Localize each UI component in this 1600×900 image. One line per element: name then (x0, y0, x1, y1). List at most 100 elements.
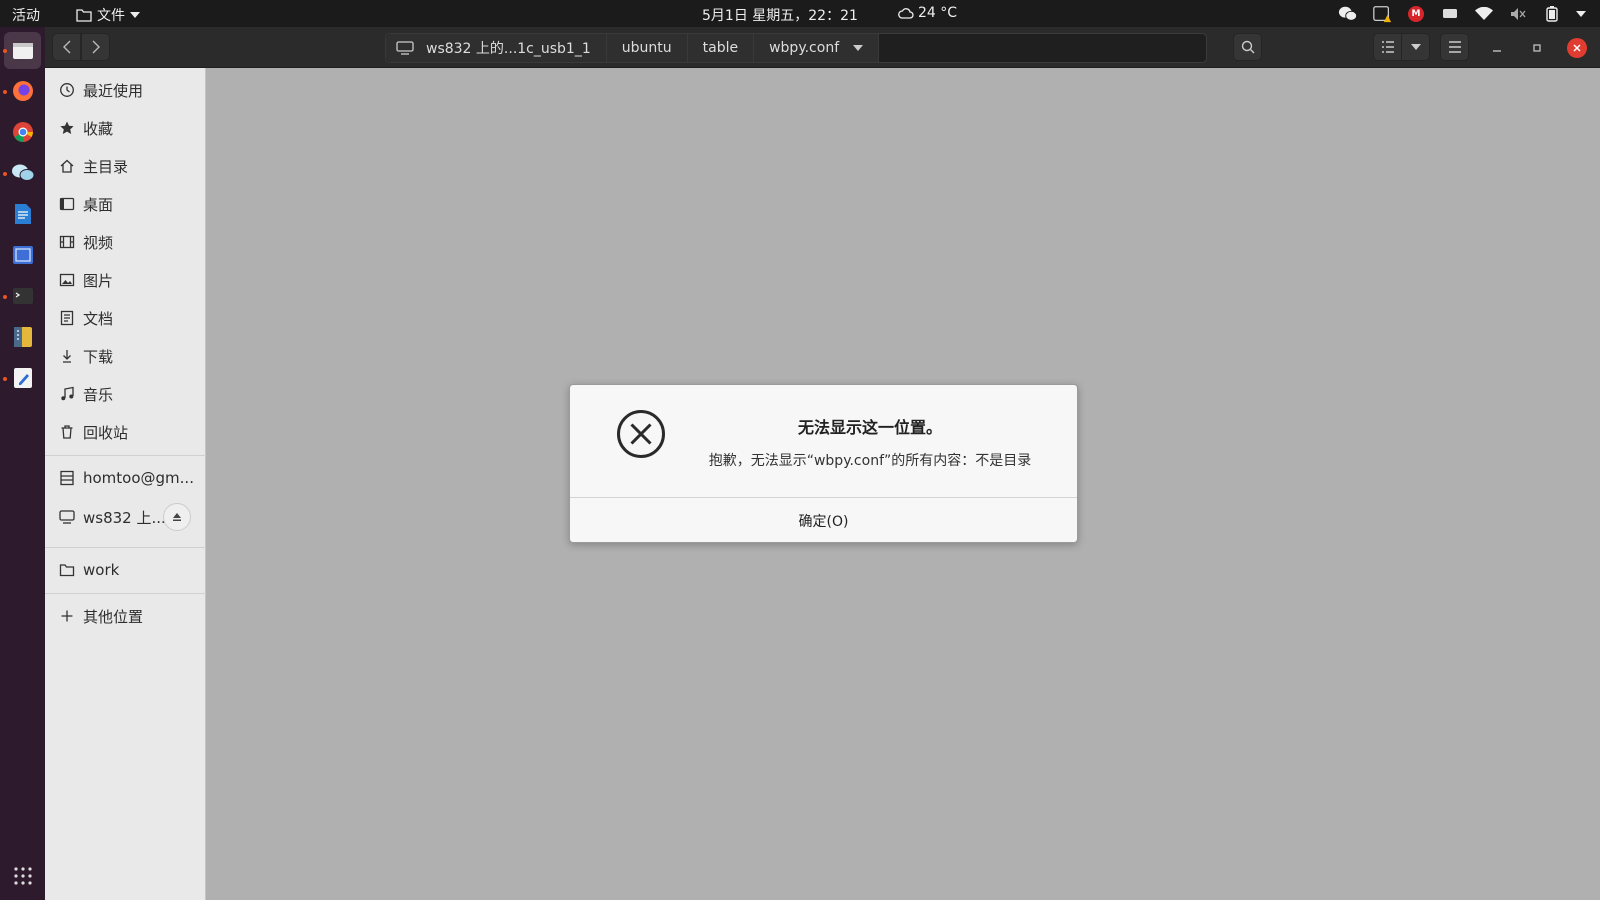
dock-firefox[interactable] (8, 76, 38, 106)
chevron-left-icon (62, 40, 70, 54)
sidebar-item-label: 图片 (83, 271, 114, 290)
dialog-message: 抱歉，无法显示“wbpy.conf”的所有内容：不是目录 (708, 453, 1032, 469)
weather-indicator[interactable]: 24 °C (898, 5, 957, 21)
running-indicator (3, 377, 7, 381)
system-menu-chevron-icon[interactable] (1576, 5, 1586, 23)
sidebar-item-other-locations[interactable]: 其他位置 (45, 599, 206, 633)
running-indicator (3, 295, 7, 299)
folder-icon (59, 562, 75, 578)
sidebar-separator (45, 547, 206, 548)
search-button[interactable] (1233, 33, 1262, 61)
dock-wechat[interactable] (8, 158, 38, 188)
path-bar: ws832 上的...1c_usb1_1 ubuntu table wbpy.c… (385, 33, 1207, 63)
breadcrumb-root[interactable]: ws832 上的...1c_usb1_1 (386, 34, 607, 62)
header-bar: ws832 上的...1c_usb1_1 ubuntu table wbpy.c… (45, 27, 1600, 68)
list-view-icon (1374, 34, 1403, 60)
clock-icon (59, 82, 75, 98)
dialog-title: 无法显示这一位置。 (797, 418, 942, 437)
home-icon (59, 158, 75, 174)
maximize-button[interactable] (1527, 38, 1547, 58)
screenshot-app-icon (13, 246, 33, 264)
sidebar-item-label: 下载 (83, 347, 114, 366)
calendar-warning-icon[interactable] (1372, 5, 1392, 23)
sidebar-item-online-account[interactable]: homtoo@gm... (45, 461, 206, 495)
star-icon (59, 120, 75, 136)
desktop-icon (59, 196, 75, 212)
main-menu-button[interactable] (1440, 33, 1469, 61)
forward-button[interactable] (81, 33, 110, 61)
dock-files[interactable] (4, 32, 41, 69)
dock-terminal[interactable] (8, 281, 38, 311)
activities-button[interactable]: 活动 (12, 5, 40, 25)
sidebar-item-label: 音乐 (83, 385, 114, 404)
show-apps-grid-icon[interactable] (13, 866, 33, 886)
running-indicator (3, 90, 7, 94)
text-editor-icon (14, 368, 32, 388)
app-menu-label: 文件 (97, 8, 125, 24)
sidebar-item-label: 主目录 (83, 157, 129, 176)
app-menu[interactable]: 文件 (76, 5, 140, 25)
eject-button[interactable] (163, 503, 191, 531)
music-icon (59, 386, 75, 402)
breadcrumb-ubuntu[interactable]: ubuntu (606, 34, 688, 62)
sidebar-separator (45, 593, 206, 594)
view-toggle-button[interactable] (1373, 33, 1430, 61)
close-button[interactable] (1567, 38, 1587, 58)
sidebar-item-downloads[interactable]: 下载 (45, 339, 206, 373)
volume-muted-icon[interactable] (1508, 5, 1528, 23)
sidebar-item-recent[interactable]: 最近使用 (45, 73, 206, 107)
wechat-tray-icon[interactable] (1338, 5, 1358, 23)
image-icon (59, 272, 75, 288)
sidebar-item-label: 其他位置 (83, 607, 144, 626)
breadcrumb-label: ws832 上的...1c_usb1_1 (426, 41, 591, 57)
back-button[interactable] (52, 33, 81, 61)
chevron-down-icon (853, 45, 864, 51)
sidebar-item-bookmark-work[interactable]: work (45, 553, 206, 587)
trash-icon (59, 424, 75, 440)
sidebar-item-home[interactable]: 主目录 (45, 149, 206, 183)
breadcrumb-table[interactable]: table (687, 34, 755, 62)
eject-icon (173, 513, 181, 521)
keyboard-icon[interactable] (1440, 5, 1460, 23)
film-icon (59, 234, 75, 250)
download-icon (59, 348, 75, 364)
document-icon (59, 310, 75, 326)
close-icon (1573, 44, 1581, 52)
breadcrumb-label: table (702, 40, 739, 56)
wifi-icon[interactable] (1474, 5, 1494, 23)
sidebar-item-trash[interactable]: 回收站 (45, 415, 206, 449)
plus-icon (59, 608, 75, 624)
sidebar-item-starred[interactable]: 收藏 (45, 111, 206, 145)
sidebar-item-documents[interactable]: 文档 (45, 301, 206, 335)
firefox-icon (13, 81, 33, 101)
breadcrumb-current[interactable]: wbpy.conf (754, 34, 880, 62)
hamburger-menu-icon (1448, 41, 1461, 53)
dock (0, 27, 45, 900)
clock[interactable]: 5月1日 星期五，22：21 (702, 5, 858, 25)
ok-button[interactable]: 确定(O) (570, 498, 1077, 543)
network-drive-icon (59, 509, 75, 525)
sidebar-item-label: 视频 (83, 233, 114, 252)
minimize-button[interactable] (1487, 38, 1507, 58)
dock-archive-manager[interactable] (8, 322, 38, 352)
dock-screenshot[interactable] (8, 240, 38, 270)
dock-text-editor[interactable] (8, 363, 38, 393)
sidebar-item-pictures[interactable]: 图片 (45, 263, 206, 297)
sidebar-item-desktop[interactable]: 桌面 (45, 187, 206, 221)
mail-badge-icon[interactable]: M (1406, 5, 1426, 23)
dock-writer[interactable] (8, 199, 38, 229)
sidebar-item-label: ws832 上... (83, 508, 166, 527)
sidebar-item-music[interactable]: 音乐 (45, 377, 206, 411)
sidebar-item-label: work (83, 561, 120, 579)
battery-icon[interactable] (1542, 5, 1562, 23)
system-tray: M (1338, 3, 1586, 24)
terminal-icon (13, 288, 33, 304)
chrome-icon (13, 122, 33, 142)
dock-chrome[interactable] (8, 117, 38, 147)
archive-icon (14, 327, 32, 347)
cloud-icon (898, 7, 914, 19)
running-indicator (3, 49, 7, 53)
sidebar: 最近使用 收藏 主目录 桌面 视频 图片 文档 下载 音乐 回收站 homtoo… (45, 68, 206, 900)
sidebar-item-label: 收藏 (83, 119, 114, 138)
sidebar-item-videos[interactable]: 视频 (45, 225, 206, 259)
